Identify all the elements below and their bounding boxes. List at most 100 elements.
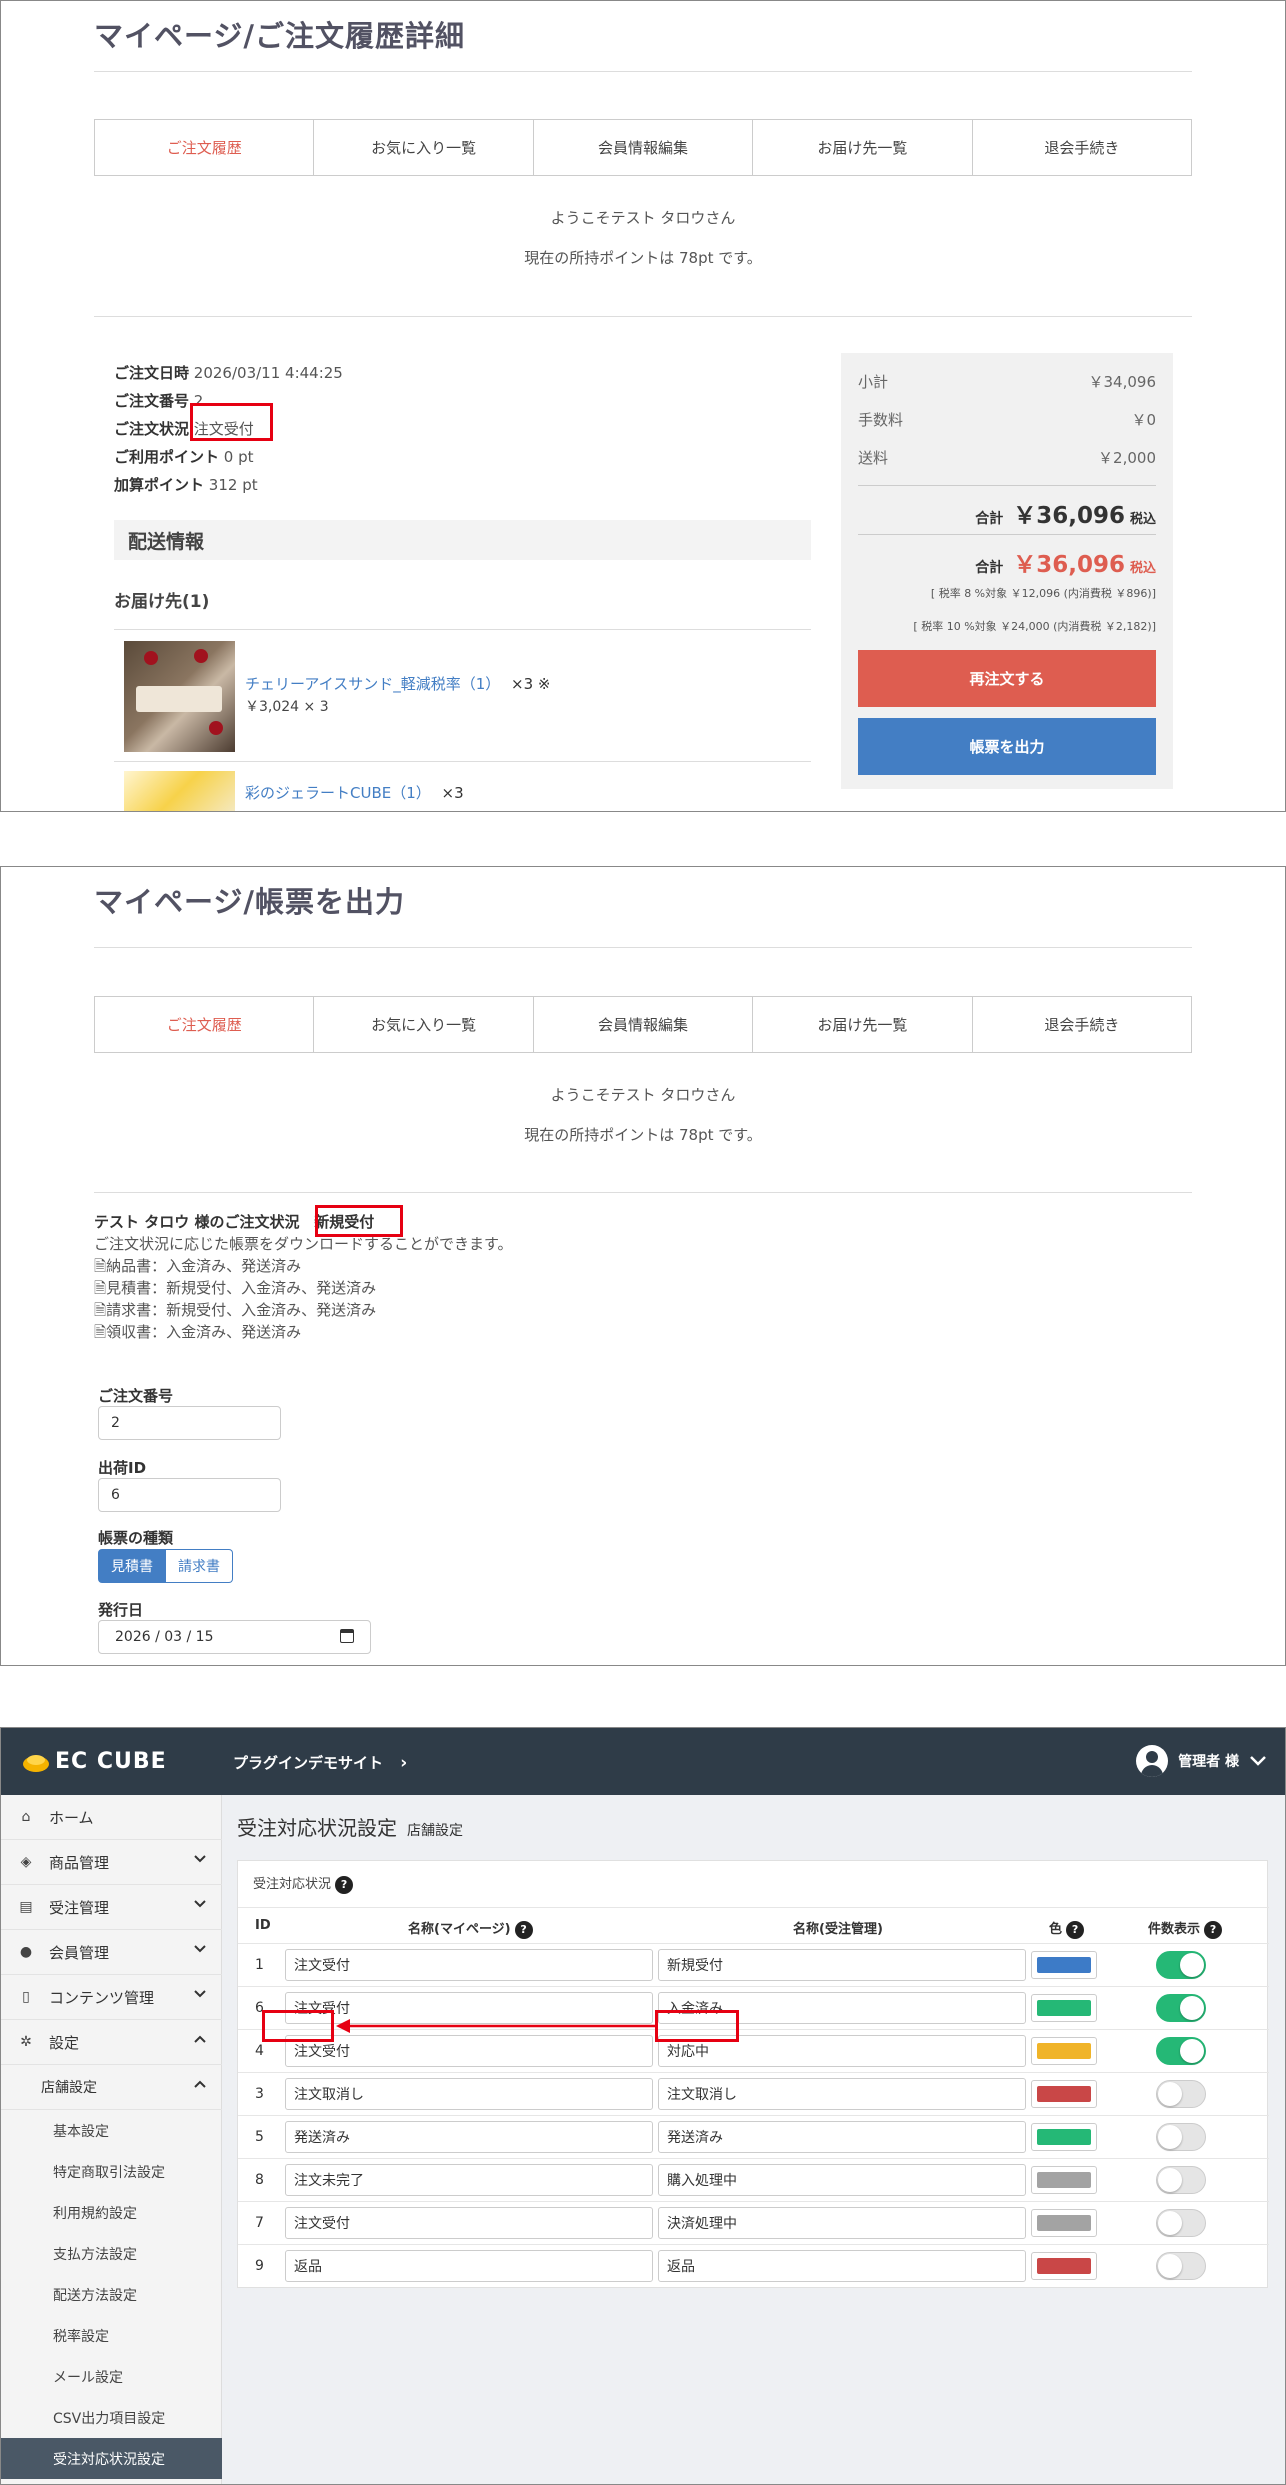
tab-withdraw[interactable]: 退会手続き (973, 997, 1191, 1052)
tab-delivery[interactable]: お届け先一覧 (753, 997, 973, 1052)
status-prefix: テスト タロウ 様のご注文状況 (94, 1213, 300, 1231)
color-swatch (1037, 2000, 1091, 2016)
site-name-link[interactable]: プラグインデモサイト › (233, 1752, 407, 1773)
admin-name-input[interactable]: 注文取消し (658, 2078, 1026, 2110)
toggle-knob (1158, 2082, 1182, 2106)
mypage-name-input[interactable]: 注文受付 (285, 2035, 653, 2067)
count-display-toggle[interactable] (1156, 2166, 1206, 2194)
invoice-option[interactable]: 請求書 (166, 1549, 233, 1583)
admin-name-input[interactable]: 新規受付 (658, 1949, 1026, 1981)
color-picker[interactable] (1031, 2037, 1097, 2065)
toggle-knob (1180, 2039, 1204, 2063)
item-name-link[interactable]: 彩のジェラートCUBE（1） (245, 784, 431, 802)
highlight-box (262, 2010, 334, 2042)
count-display-toggle[interactable] (1156, 2209, 1206, 2237)
admin-menu[interactable]: 管理者 様 (1136, 1745, 1267, 1777)
ship-id-input[interactable]: 6 (98, 1478, 281, 1512)
mypage-name-input[interactable]: 注文未完了 (285, 2164, 653, 2196)
destination-title: お届け先(1) (114, 592, 210, 612)
mypage-name-input[interactable]: 注文受付 (285, 2207, 653, 2239)
tab-member-edit[interactable]: 会員情報編集 (534, 120, 754, 175)
sidebar-item-contents[interactable]: ▯ コンテンツ管理 (1, 1975, 222, 2020)
card-title-text: 受注対応状況 (253, 1877, 332, 1892)
header-color: 色? (1049, 1918, 1085, 1939)
sidebar-item-members[interactable]: ● 会員管理 (1, 1930, 222, 1975)
tab-member-edit[interactable]: 会員情報編集 (534, 997, 754, 1052)
item-name-link[interactable]: チェリーアイスサンド_軽減税率（1） (245, 675, 500, 693)
reorder-button[interactable]: 再注文する (858, 650, 1156, 707)
color-picker[interactable] (1031, 1951, 1097, 1979)
item-row-2: 彩のジェラートCUBE（1） ×3 (245, 782, 464, 803)
card-title: 受注対応状況? (253, 1873, 354, 1894)
status-id: 3 (255, 2086, 264, 2102)
submenu-mail[interactable]: メール設定 (1, 2356, 222, 2397)
page-header: 受注対応状況設定 店舗設定 (237, 1812, 463, 1841)
tab-withdraw[interactable]: 退会手続き (973, 120, 1191, 175)
help-icon[interactable]: ? (1204, 1920, 1223, 1939)
table-row: 3 注文取消し 注文取消し (238, 2072, 1269, 2115)
sidebar-label: 店舗設定 (41, 2080, 97, 2096)
order-no-input[interactable]: 2 (98, 1406, 281, 1440)
count-display-toggle[interactable] (1156, 2080, 1206, 2108)
header-count: 件数表示? (1148, 1918, 1223, 1939)
admin-name-input[interactable]: 決済処理中 (658, 2207, 1026, 2239)
product-image-gelato[interactable] (124, 771, 235, 811)
color-picker[interactable] (1031, 2166, 1097, 2194)
tab-favorites[interactable]: お気に入り一覧 (314, 997, 534, 1052)
toggle-knob (1158, 2254, 1182, 2278)
help-icon[interactable]: ? (514, 1920, 533, 1939)
sidebar-item-store-settings[interactable]: 店舗設定 (1, 2065, 222, 2110)
admin-name-input[interactable]: 発送済み (658, 2121, 1026, 2153)
output-document-button[interactable]: 帳票を出力 (858, 718, 1156, 775)
submenu-csv[interactable]: CSV出力項目設定 (1, 2397, 222, 2438)
sidebar-item-home[interactable]: ⌂ ホーム (1, 1795, 222, 1840)
help-icon[interactable]: ? (335, 1875, 354, 1894)
color-swatch (1037, 2258, 1091, 2274)
count-display-toggle[interactable] (1156, 2252, 1206, 2280)
count-display-toggle[interactable] (1156, 2123, 1206, 2151)
help-icon[interactable]: ? (1066, 1920, 1085, 1939)
count-display-toggle[interactable] (1156, 1951, 1206, 1979)
issue-date-input[interactable]: 2026 / 03 / 15 (98, 1620, 371, 1654)
mypage-name-input[interactable]: 発送済み (285, 2121, 653, 2153)
submenu-payment[interactable]: 支払方法設定 (1, 2233, 222, 2274)
admin-name-input[interactable]: 返品 (658, 2250, 1026, 2282)
calendar-icon[interactable] (340, 1629, 354, 1643)
count-display-toggle[interactable] (1156, 1994, 1206, 2022)
submenu-commerce-law[interactable]: 特定商取引法設定 (1, 2151, 222, 2192)
color-picker[interactable] (1031, 1994, 1097, 2022)
color-picker[interactable] (1031, 2252, 1097, 2280)
color-picker[interactable] (1031, 2209, 1097, 2237)
tab-favorites[interactable]: お気に入り一覧 (314, 120, 534, 175)
tab-order-history[interactable]: ご注文履歴 (95, 120, 315, 175)
toggle-knob (1180, 1996, 1204, 2020)
sidebar-item-settings[interactable]: ✲ 設定 (1, 2020, 222, 2065)
estimate-option[interactable]: 見積書 (98, 1549, 166, 1583)
logo-text: EC CUBE (55, 1749, 167, 1774)
document-icon: 🗎 (94, 1257, 107, 1275)
tab-order-history[interactable]: ご注文履歴 (95, 997, 315, 1052)
product-image-cherry[interactable] (124, 641, 235, 752)
header-color-text: 色 (1049, 1922, 1063, 1937)
table-header: ID 名称(マイページ)? 名称(受注管理) 色? 件数表示? (238, 1913, 1269, 1943)
mypage-name-input[interactable]: 返品 (285, 2250, 653, 2282)
sidebar-item-products[interactable]: ◈ 商品管理 (1, 1840, 222, 1885)
tax-included: 税込 (1129, 561, 1156, 576)
mypage-name-input[interactable]: 注文受付 (285, 1949, 653, 1981)
count-display-toggle[interactable] (1156, 2037, 1206, 2065)
submenu-basic[interactable]: 基本設定 (1, 2110, 222, 2151)
main-content: 受注対応状況設定 店舗設定 受注対応状況? ID 名称(マイページ)? 名称(受… (222, 1795, 1285, 2484)
submenu-order-status[interactable]: 受注対応状況設定 (1, 2438, 222, 2479)
mypage-name-input[interactable]: 注文取消し (285, 2078, 653, 2110)
order-status-card: 受注対応状況? ID 名称(マイページ)? 名称(受注管理) 色? 件数表示? … (237, 1860, 1269, 2288)
color-picker[interactable] (1031, 2123, 1097, 2151)
tab-delivery[interactable]: お届け先一覧 (753, 120, 973, 175)
header-admin: 名称(受注管理) (793, 1922, 883, 1937)
submenu-delivery[interactable]: 配送方法設定 (1, 2274, 222, 2315)
submenu-terms[interactable]: 利用規約設定 (1, 2192, 222, 2233)
home-icon: ⌂ (21, 1809, 31, 1825)
color-picker[interactable] (1031, 2080, 1097, 2108)
sidebar-item-orders[interactable]: ▤ 受注管理 (1, 1885, 222, 1930)
submenu-tax[interactable]: 税率設定 (1, 2315, 222, 2356)
admin-name-input[interactable]: 購入処理中 (658, 2164, 1026, 2196)
